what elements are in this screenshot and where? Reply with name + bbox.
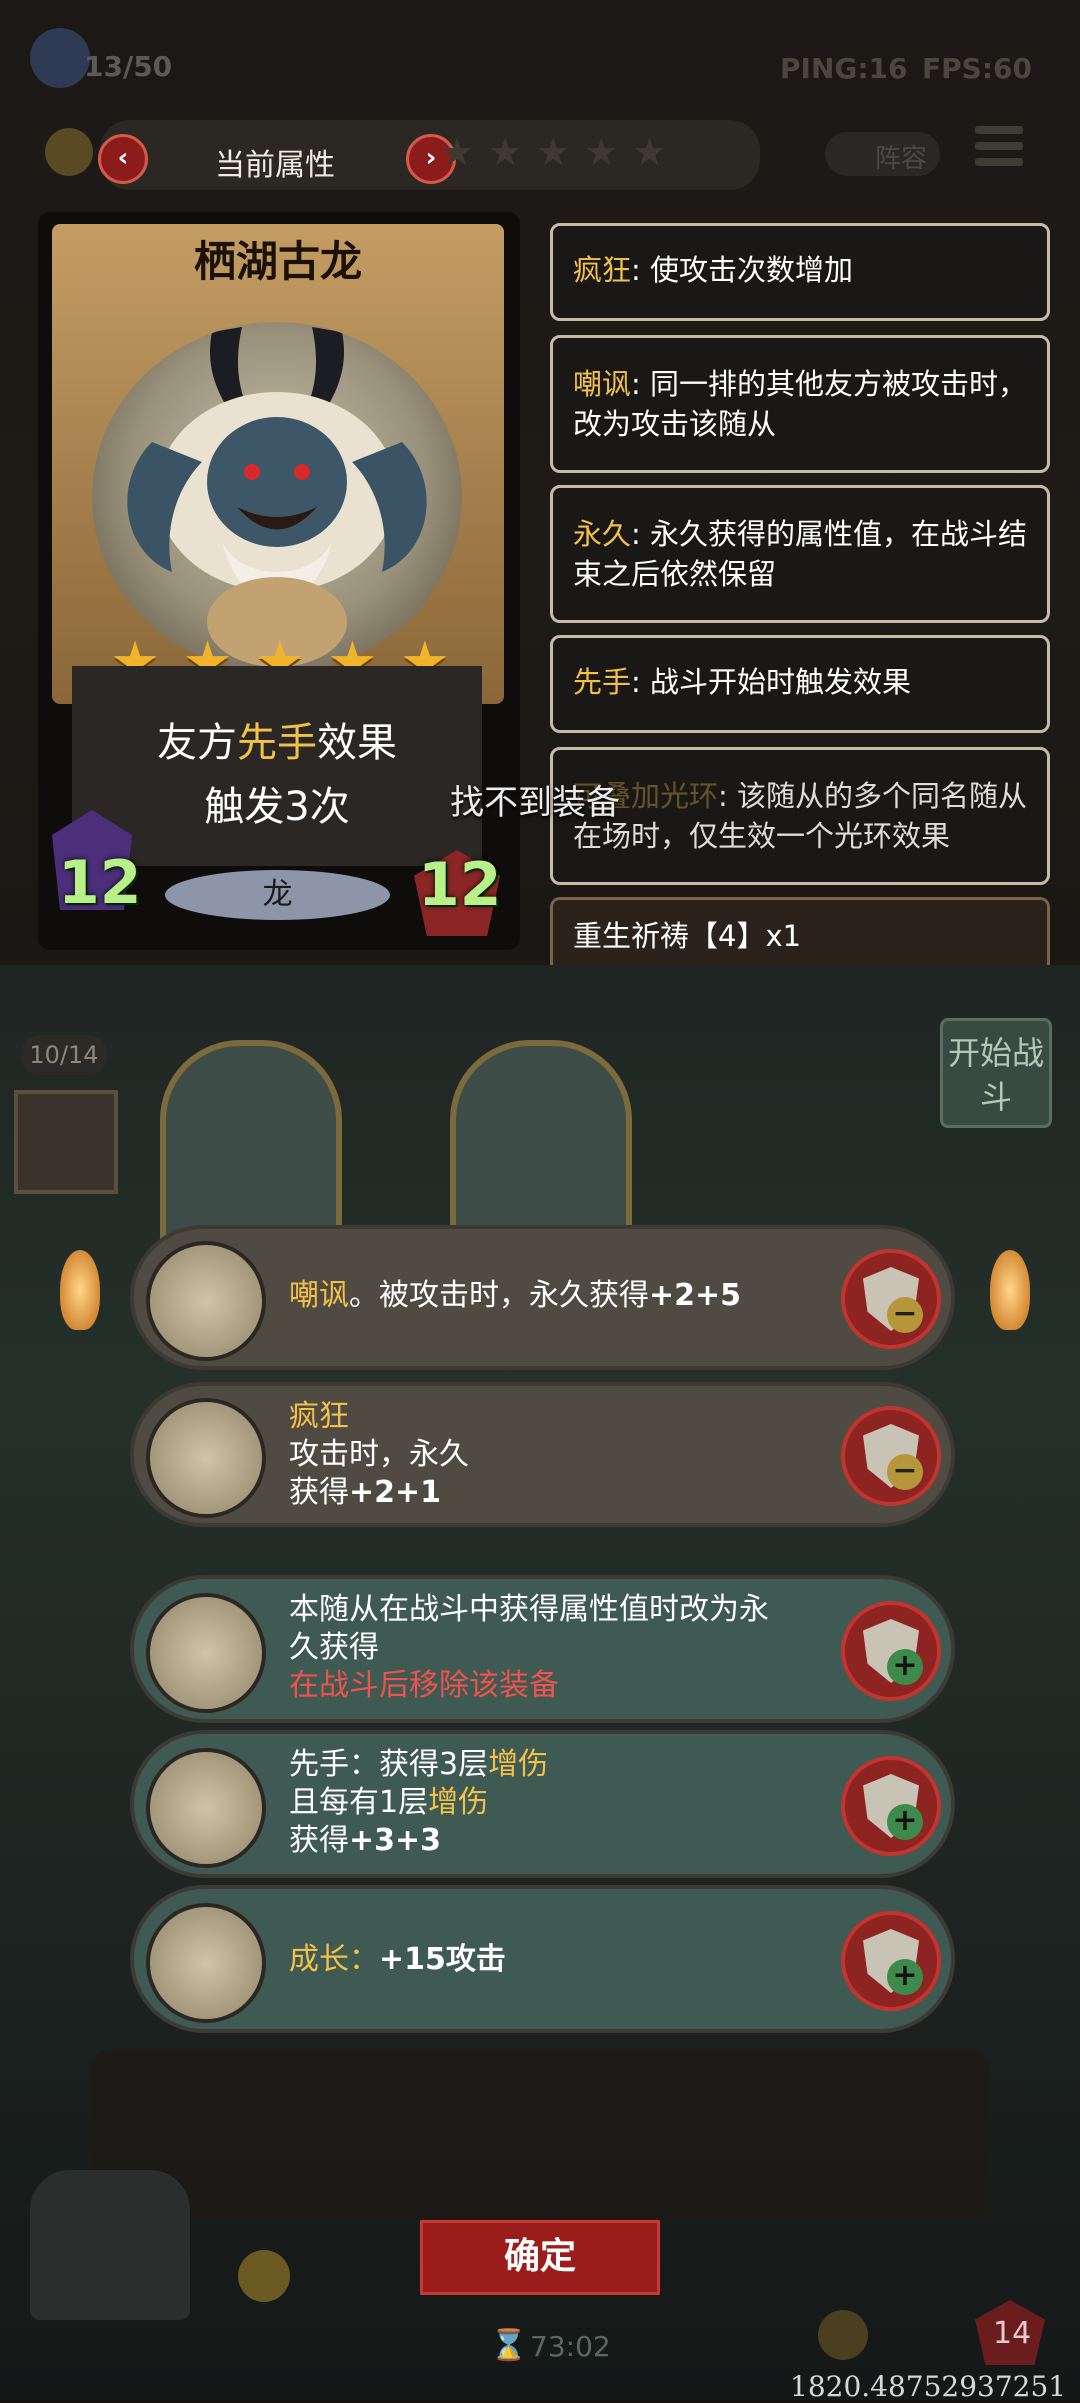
coordinate-readout: 1820.48752937251: [790, 2370, 1067, 2403]
card-desc-line-2: 触发3次: [204, 784, 350, 830]
player-avatar[interactable]: [30, 28, 90, 88]
plus-icon: +: [887, 1959, 923, 1995]
star-icon: ★: [440, 130, 475, 174]
equipment-description: 疯狂 攻击时，永久 获得+2+1: [289, 1399, 469, 1510]
keyword-stackable-aura: 可叠加光环: 该随从的多个同名随从在场时，仅生效一个光环效果: [550, 747, 1050, 885]
card-desc-line-1: 友方先手效果: [157, 720, 397, 766]
star-icon: ★: [584, 130, 619, 174]
slot-counter: 10/14: [20, 1035, 108, 1075]
equipment-row-first-strike: 先手：获得3层增伤 且每有1层增伤 获得+3+3 +: [130, 1730, 955, 1878]
header-title: 当前属性: [215, 148, 335, 183]
coin-icon: [45, 128, 93, 176]
menu-icon[interactable]: [975, 126, 1023, 176]
shop-icon[interactable]: [30, 2170, 190, 2320]
equip-button[interactable]: +: [841, 1601, 941, 1701]
equip-button[interactable]: +: [841, 1911, 941, 2011]
equipment-description: 成长：+15攻击: [289, 1942, 506, 1977]
minus-icon: −: [887, 1454, 923, 1490]
confirm-button[interactable]: 确定: [420, 2220, 660, 2295]
card-description: 友方先手效果 触发3次: [72, 666, 482, 866]
ping-readout: PING:16: [780, 52, 908, 85]
fps-readout: FPS:60: [922, 52, 1032, 85]
equipment-row-frenzy: 疯狂 攻击时，永久 获得+2+1 −: [130, 1382, 955, 1527]
fire-staff-icon: [146, 1748, 266, 1868]
unequip-button[interactable]: −: [841, 1406, 941, 1506]
equip-button[interactable]: +: [841, 1756, 941, 1856]
star-icon: ★: [632, 130, 667, 174]
tribe-label: 龙: [165, 870, 390, 920]
equipment-row-permanent-gain: 本随从在战斗中获得属性值时改为永 久获得 在战斗后移除该装备 +: [130, 1575, 955, 1723]
equipment-row-growth: 成长：+15攻击 +: [130, 1885, 955, 2033]
population-counter: 13/50: [84, 50, 173, 83]
plus-icon: +: [887, 1804, 923, 1840]
crossed-swords-icon: [146, 1398, 266, 1518]
attack-value: 12: [58, 848, 142, 918]
toast-message: 找不到装备: [450, 783, 620, 823]
spark-hammer-icon: [146, 1593, 266, 1713]
equipment-row-taunt: 嘲讽。被攻击时，永久获得+2+5 −: [130, 1225, 955, 1370]
sword-emblem-icon: [818, 2310, 868, 2360]
prev-arrow-button[interactable]: ‹: [98, 134, 148, 184]
plus-icon: +: [887, 1649, 923, 1685]
equipment-description: 本随从在战斗中获得属性值时改为永 久获得 在战斗后移除该装备: [289, 1592, 769, 1703]
torch-flame-icon: [990, 1250, 1030, 1330]
equipment-description: 先手：获得3层增伤 且每有1层增伤 获得+3+3: [289, 1747, 549, 1858]
dragon-illustration: [127, 327, 427, 667]
hero-portrait[interactable]: [14, 1090, 118, 1194]
star-icon: ★: [536, 130, 571, 174]
header-star-rating: ★ ★ ★ ★ ★: [440, 130, 666, 174]
minus-icon: −: [887, 1297, 923, 1333]
hand-area: [90, 2050, 990, 2220]
hourglass-icon: ⌛: [490, 2328, 528, 2363]
gold-coin-icon: [238, 2250, 290, 2302]
turn-timer: 73:02: [530, 2330, 611, 2363]
unequip-button[interactable]: −: [841, 1249, 941, 1349]
keyword-taunt: 嘲讽: 同一排的其他友方被攻击时，改为攻击该随从: [550, 335, 1050, 473]
card-name: 栖湖古龙: [193, 237, 362, 286]
keyword-permanent: 永久: 永久获得的属性值，在战斗结束之后依然保留: [550, 485, 1050, 623]
lineup-label: 阵容: [875, 144, 928, 174]
keyword-rebirth: 重生祈祷【4】x1: [550, 897, 1050, 965]
fire-axe-icon: [146, 1903, 266, 2023]
cracked-shield-icon: [146, 1241, 266, 1361]
dragon-portrait: [92, 322, 462, 672]
star-icon: ★: [488, 130, 523, 174]
start-battle-button[interactable]: 开始战斗: [940, 1018, 1052, 1128]
keyword-frenzy: 疯狂: 使攻击次数增加: [550, 223, 1050, 321]
keyword-first-strike: 先手: 战斗开始时触发效果: [550, 635, 1050, 733]
lineup-button[interactable]: 阵容: [825, 132, 940, 176]
equipment-description: 嘲讽。被攻击时，永久获得+2+5: [289, 1278, 742, 1313]
health-value: 12: [418, 850, 502, 920]
hero-health-value: 14: [993, 2316, 1032, 2351]
torch-flame-icon: [60, 1250, 100, 1330]
